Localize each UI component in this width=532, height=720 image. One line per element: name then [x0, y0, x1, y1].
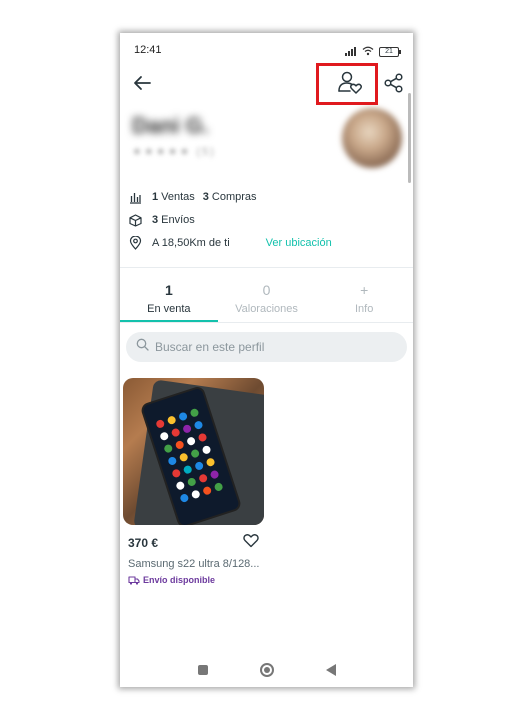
- tab-valoraciones[interactable]: 0 Valoraciones: [218, 278, 316, 322]
- compras-count: 3: [202, 191, 209, 203]
- shipments-row: 3 Envíos: [128, 213, 195, 227]
- envios-count: 3: [152, 214, 159, 226]
- product-price: 370 €: [128, 536, 159, 550]
- tab-label: Info: [355, 303, 374, 315]
- back-button[interactable]: [130, 71, 154, 95]
- share-button[interactable]: [382, 71, 406, 95]
- sales-purchases-row: 1 Ventas 3 Compras: [128, 190, 257, 204]
- ventas-label: Ventas: [161, 191, 195, 203]
- truck-icon: [128, 575, 140, 585]
- bar-chart-icon: [128, 190, 142, 204]
- avatar: [342, 108, 402, 168]
- status-bar: 12:41 21: [120, 33, 413, 63]
- profile-name: Dani G.: [132, 113, 210, 138]
- envios-label: Envíos: [161, 214, 195, 226]
- shipping-text: Envío disponible: [143, 575, 216, 585]
- search-placeholder: Buscar en este perfil: [155, 340, 265, 354]
- home-button[interactable]: [259, 663, 274, 677]
- tab-count: 1: [164, 282, 173, 298]
- tab-en-venta[interactable]: 1 En venta: [120, 278, 218, 322]
- product-card[interactable]: 370 € Samsung s22 ultra 8/128... Envío d…: [123, 378, 264, 585]
- status-time: 12:41: [134, 44, 162, 56]
- favorite-heart-button[interactable]: [243, 533, 259, 553]
- battery-icon: 21: [379, 47, 401, 57]
- tab-info[interactable]: + Info: [315, 278, 413, 322]
- plus-icon: +: [360, 282, 369, 298]
- shipping-badge: Envío disponible: [123, 575, 264, 585]
- tab-label: Valoraciones: [235, 303, 298, 315]
- scrollbar[interactable]: [408, 93, 411, 183]
- search-icon: [136, 338, 149, 356]
- box-icon: [128, 213, 142, 227]
- profile-rating: ★★★★★ (5): [132, 146, 216, 158]
- location-pin-icon: [128, 236, 142, 250]
- highlight-annotation: [316, 63, 378, 105]
- system-back-button[interactable]: [325, 664, 336, 676]
- search-input[interactable]: Buscar en este perfil: [126, 332, 407, 362]
- tab-count: 0: [262, 282, 271, 298]
- status-icons: 21: [345, 43, 401, 61]
- ver-ubicacion-link[interactable]: Ver ubicación: [266, 237, 332, 249]
- recents-button[interactable]: [197, 665, 208, 675]
- compras-label: Compras: [211, 191, 257, 203]
- profile-tabs: 1 En venta 0 Valoraciones + Info: [120, 278, 413, 322]
- product-title: Samsung s22 ultra 8/128...: [128, 558, 260, 570]
- product-image[interactable]: [123, 378, 264, 525]
- share-icon: [384, 73, 403, 93]
- android-nav-bar: [120, 653, 413, 687]
- wifi-icon: [362, 43, 374, 61]
- divider: [120, 322, 413, 323]
- divider: [120, 267, 413, 268]
- distance-text: A 18,50Km de ti: [152, 237, 230, 249]
- heart-icon: [243, 534, 259, 548]
- location-row: A 18,50Km de ti Ver ubicación: [128, 236, 332, 250]
- signal-icon: [345, 43, 357, 61]
- tab-label: En venta: [147, 303, 191, 315]
- arrow-left-icon: [134, 76, 151, 90]
- phone-screen: 12:41 21 Dani G. ★★★★★ (5) 1 Ventas 3 Co…: [120, 33, 413, 687]
- ventas-count: 1: [152, 191, 159, 203]
